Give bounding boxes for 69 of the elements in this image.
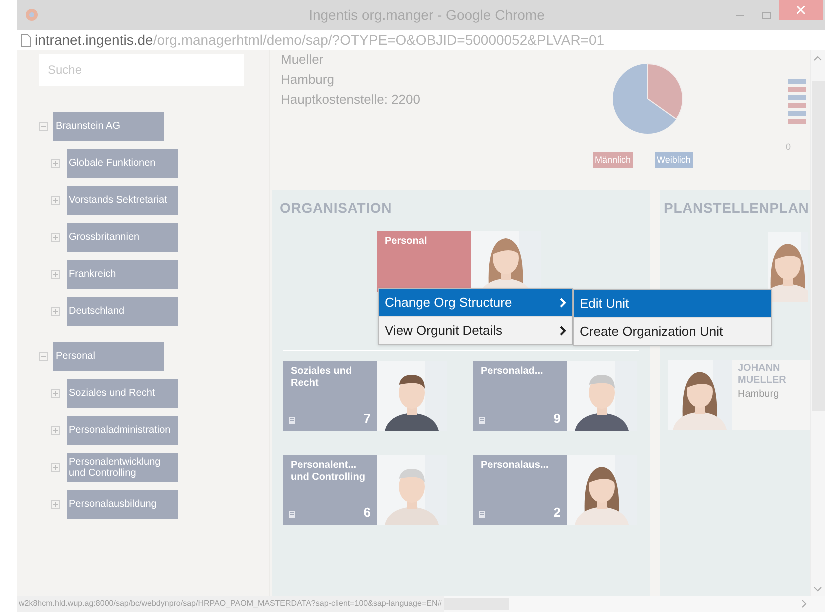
org-unit-card[interactable]: Personalent... und Controlling 6 [283, 455, 377, 525]
tree-item[interactable]: Vorstands Sektretariat [67, 186, 178, 215]
tree-item[interactable]: Grossbritannien [67, 223, 178, 252]
menu-item[interactable]: Change Org Structure [379, 289, 572, 316]
address-bar[interactable]: intranet.ingentis.de/org.managerhtml/demo/sap/?OTYPE=O&OBJID=50000052&PLVAR=01 [17, 30, 825, 50]
unit-title: Personalad... [481, 366, 544, 378]
document-icon [289, 511, 295, 518]
tree-item[interactable]: Personal [53, 342, 164, 371]
org-unit-card[interactable]: Personal [377, 231, 471, 292]
tree-item[interactable]: Personalentwicklung und Controlling [67, 453, 178, 482]
chevron-right-icon [560, 326, 566, 336]
expand-icon[interactable] [51, 500, 60, 509]
org-unit-card[interactable]: Soziales und Recht 7 [283, 361, 377, 431]
unit-count: 7 [364, 410, 371, 428]
org-unit-card[interactable]: Personalaus... 2 [473, 455, 567, 525]
tree-item[interactable]: Personalausbildung [67, 490, 178, 519]
expand-icon[interactable] [51, 389, 60, 398]
expand-icon[interactable] [51, 159, 60, 168]
expand-icon[interactable] [51, 307, 60, 316]
unit-title: Personalent... und Controlling [291, 460, 366, 484]
scroll-down-icon[interactable] [814, 587, 822, 592]
org-unit-card[interactable]: Personalad... 9 [473, 361, 567, 431]
document-icon [479, 511, 485, 518]
tree-item[interactable]: Deutschland [67, 297, 178, 326]
legend-label: Weiblich [655, 152, 693, 168]
collapse-icon[interactable] [39, 122, 48, 131]
browser-icon [25, 8, 39, 22]
scroll-up-icon[interactable] [814, 56, 822, 61]
person-location: Hamburg [738, 388, 780, 402]
info-text: Hamburg [281, 71, 336, 89]
tree-item[interactable]: Frankreich [67, 260, 178, 289]
close-icon [797, 6, 805, 14]
expand-icon[interactable] [51, 233, 60, 242]
document-icon [479, 417, 485, 424]
document-icon [289, 417, 295, 424]
axis-label: 0 [786, 141, 792, 154]
unit-count: 2 [554, 504, 561, 522]
info-text: Hauptkostenstelle: 2200 [281, 91, 420, 109]
page-icon [21, 34, 31, 46]
legend-label: Männlich [593, 152, 634, 168]
tree-item[interactable]: Globale Funktionen [67, 149, 178, 178]
status-url: w2k8hcm.hld.wup.ag:8000/sap/bc/webdynpro/sap/HRPAO_PAOM_MASTERDATA?sap-client=100&sap-language=EN# [17, 596, 444, 612]
expand-icon[interactable] [51, 426, 60, 435]
unit-title: Personalaus... [481, 460, 550, 472]
expand-icon[interactable] [51, 196, 60, 205]
menu-item[interactable]: View Orgunit Details [379, 317, 572, 344]
menu-item[interactable]: Edit Unit [574, 290, 771, 317]
person-name: JOHANN MUELLER [738, 363, 788, 387]
pie-chart-drawing [612, 63, 684, 135]
tree-item[interactable]: Braunstein AG [53, 112, 164, 141]
url-host: intranet.ingentis.de [35, 30, 154, 50]
unit-count: 9 [554, 410, 561, 428]
url-path: /org.managerhtml/demo/sap/?OTYPE=O&OBJID=50000052&PLVAR=01 [153, 30, 605, 50]
unit-title: Personal [385, 236, 428, 248]
info-text: Mueller [281, 51, 325, 69]
close-button[interactable] [779, 0, 823, 20]
menu-item[interactable]: Create Organization Unit [574, 318, 771, 345]
expand-icon[interactable] [51, 463, 60, 472]
bar-chart-drawing [788, 79, 806, 125]
tree-item[interactable]: Soziales und Recht [67, 379, 178, 408]
section-heading: ORGANISATION [280, 199, 392, 218]
scroll-right-icon[interactable] [802, 600, 807, 608]
collapse-icon[interactable] [39, 352, 48, 361]
expand-icon[interactable] [51, 270, 60, 279]
unit-count: 6 [364, 504, 371, 522]
unit-title: Soziales und Recht [291, 366, 354, 390]
tree-item[interactable]: Personaladministration [67, 416, 178, 445]
chevron-right-icon [560, 298, 566, 308]
section-heading: PLANSTELLENPLAN [664, 199, 810, 218]
